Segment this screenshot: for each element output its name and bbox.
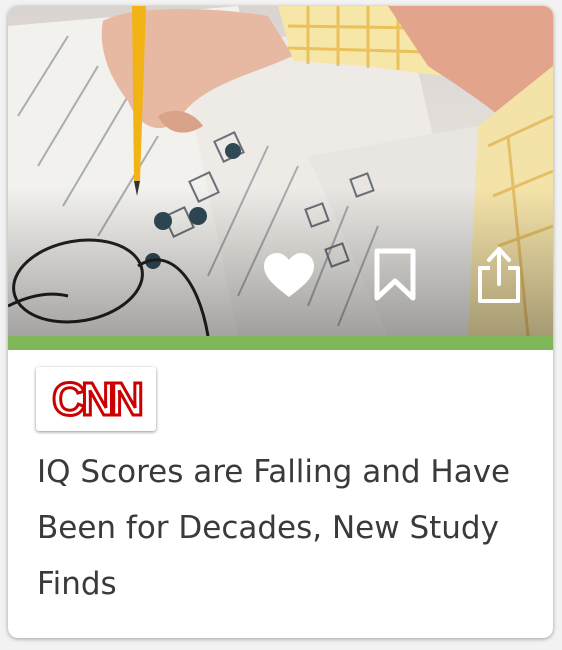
like-button[interactable] <box>258 244 320 306</box>
bookmark-button[interactable] <box>364 244 426 306</box>
article-headline[interactable]: IQ Scores are Falling and Have Been for … <box>37 444 527 612</box>
source-logo-text: CNN <box>51 373 146 425</box>
accent-bar <box>8 336 553 350</box>
article-image[interactable] <box>8 6 553 336</box>
bookmark-icon <box>374 248 416 301</box>
share-button[interactable] <box>468 244 530 306</box>
heart-icon <box>264 253 314 297</box>
article-card[interactable]: CNN IQ Scores are Falling and Have Been … <box>8 6 553 638</box>
source-logo[interactable]: CNN <box>36 367 156 431</box>
share-icon <box>478 247 520 303</box>
